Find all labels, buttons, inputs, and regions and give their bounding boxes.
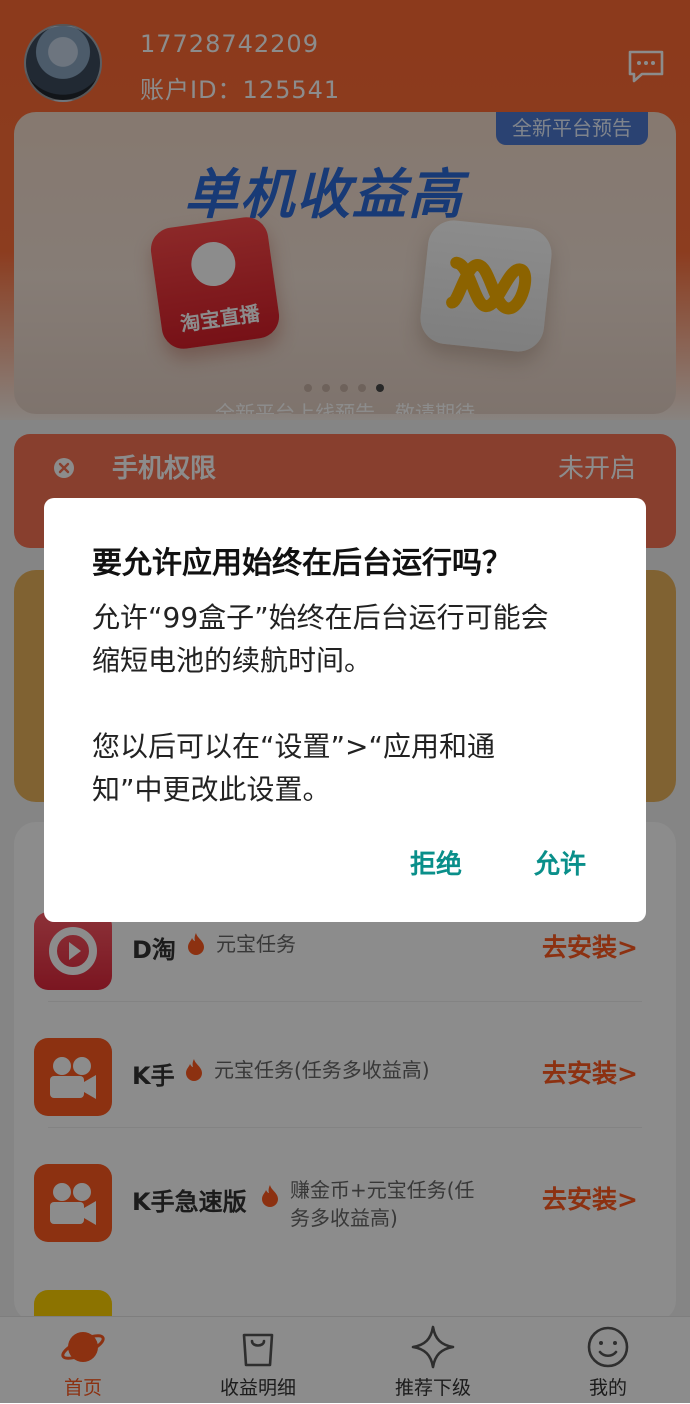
allow-button[interactable]: 允许 — [534, 844, 586, 881]
dialog-body-line: 允许“99盒子”始终在后台运行可能会 — [92, 601, 549, 634]
deny-button[interactable]: 拒绝 — [410, 844, 462, 881]
dialog-title: 要允许应用始终在后台运行吗？ — [92, 546, 512, 581]
dialog-body-line: 知”中更改此设置。 — [92, 773, 331, 806]
dialog-body: 允许“99盒子”始终在后台运行可能会 缩短电池的续航时间。 您以后可以在“设置”… — [92, 596, 612, 811]
dialog-body-line: 缩短电池的续航时间。 — [92, 644, 373, 677]
background-permission-dialog: 要允许应用始终在后台运行吗？ 允许“99盒子”始终在后台运行可能会 缩短电池的续… — [44, 498, 646, 922]
dialog-body-line: 您以后可以在“设置”>“应用和通 — [92, 730, 495, 763]
